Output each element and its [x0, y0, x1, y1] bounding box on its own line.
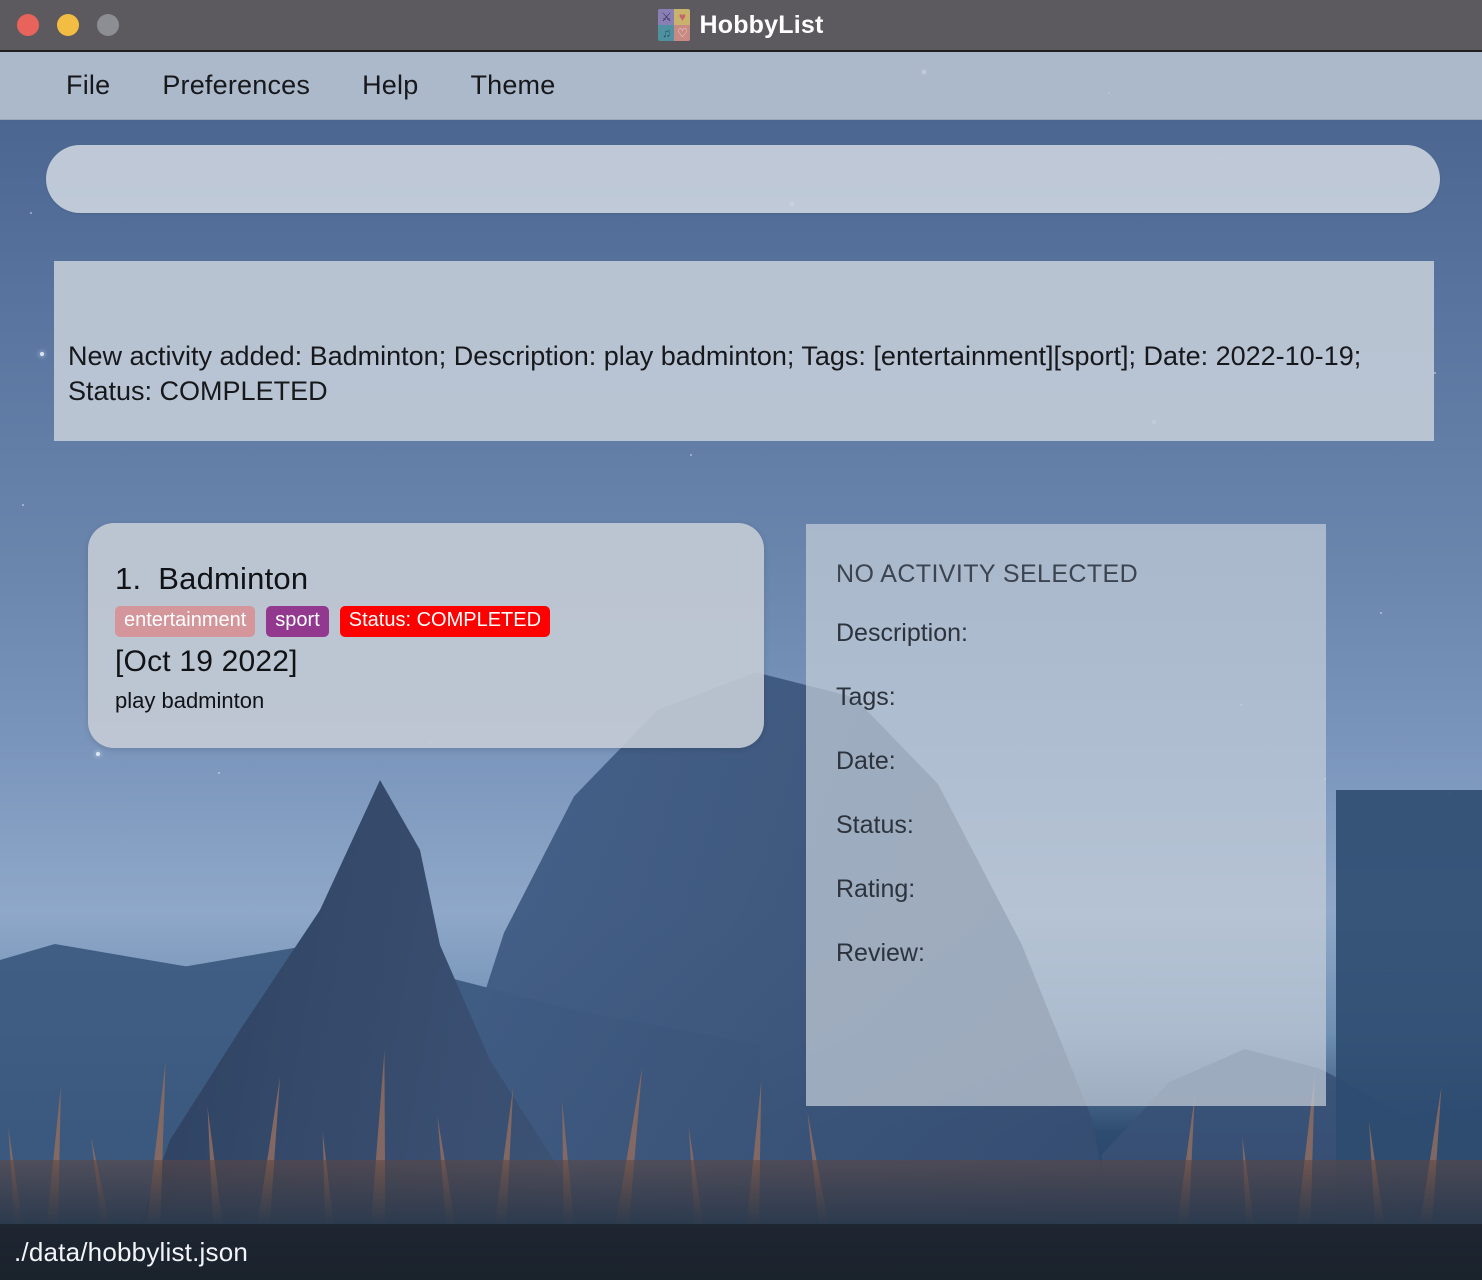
activity-chip-row: entertainment sport Status: COMPLETED	[115, 606, 734, 637]
result-display: New activity added: Badminton; Descripti…	[54, 261, 1434, 441]
command-input[interactable]	[46, 145, 1440, 213]
minimize-window-button[interactable]	[57, 14, 79, 36]
icon-tile-badminton: ⚔	[658, 9, 675, 25]
activity-date: [Oct 19 2022]	[115, 645, 298, 678]
menu-item-file[interactable]: File	[40, 66, 136, 105]
window-controls	[17, 14, 119, 36]
icon-tile-heart-outline: ♡	[674, 25, 691, 41]
command-row	[0, 120, 1482, 213]
result-message: New activity added: Badminton; Descripti…	[68, 341, 1362, 406]
tag-chip-sport: sport	[266, 606, 329, 637]
hobbylist-icon: ⚔ ♥ ♫ ♡	[658, 9, 691, 41]
icon-tile-heart: ♥	[674, 9, 691, 25]
menu-bar: File Preferences Help Theme	[0, 52, 1482, 120]
tag-chip-entertainment: entertainment	[115, 606, 256, 637]
detail-field-date: Date:	[836, 747, 896, 775]
title-group: ⚔ ♥ ♫ ♡ HobbyList	[658, 9, 823, 41]
activity-name: Badminton	[158, 561, 309, 596]
activity-card[interactable]: 1. Badminton entertainment sport Status: …	[88, 523, 764, 748]
title-bar: ⚔ ♥ ♫ ♡ HobbyList	[0, 0, 1482, 52]
detail-field-description: Description:	[836, 619, 968, 647]
menu-item-theme[interactable]: Theme	[444, 66, 581, 105]
app-window: ⚔ ♥ ♫ ♡ HobbyList File Preferences Help …	[0, 0, 1482, 1280]
content-root: File Preferences Help Theme New activity…	[0, 52, 1482, 1224]
main-area: 1. Badminton entertainment sport Status: …	[0, 441, 1482, 1224]
activity-description: play badminton	[115, 688, 265, 713]
activity-list-panel: 1. Badminton entertainment sport Status: …	[0, 523, 770, 748]
activity-detail-panel: NO ACTIVITY SELECTED Description: Tags: …	[806, 524, 1326, 1106]
status-bar: ./data/hobbylist.json	[0, 1224, 1482, 1280]
menu-item-preferences[interactable]: Preferences	[136, 66, 336, 105]
window-title: HobbyList	[699, 10, 824, 39]
icon-tile-music-note: ♫	[658, 25, 675, 41]
detail-field-tags: Tags:	[836, 683, 896, 711]
save-location-path: ./data/hobbylist.json	[14, 1236, 249, 1267]
menu-item-help[interactable]: Help	[336, 66, 444, 105]
detail-field-review: Review:	[836, 939, 925, 967]
zoom-window-button[interactable]	[97, 14, 119, 36]
detail-field-rating: Rating:	[836, 875, 916, 903]
status-badge-completed: Status: COMPLETED	[339, 606, 551, 637]
detail-heading: NO ACTIVITY SELECTED	[836, 560, 1139, 588]
detail-field-status: Status:	[836, 811, 914, 839]
activity-title-row: 1. Badminton	[115, 561, 734, 597]
activity-index: 1.	[115, 561, 142, 596]
close-window-button[interactable]	[17, 14, 39, 36]
